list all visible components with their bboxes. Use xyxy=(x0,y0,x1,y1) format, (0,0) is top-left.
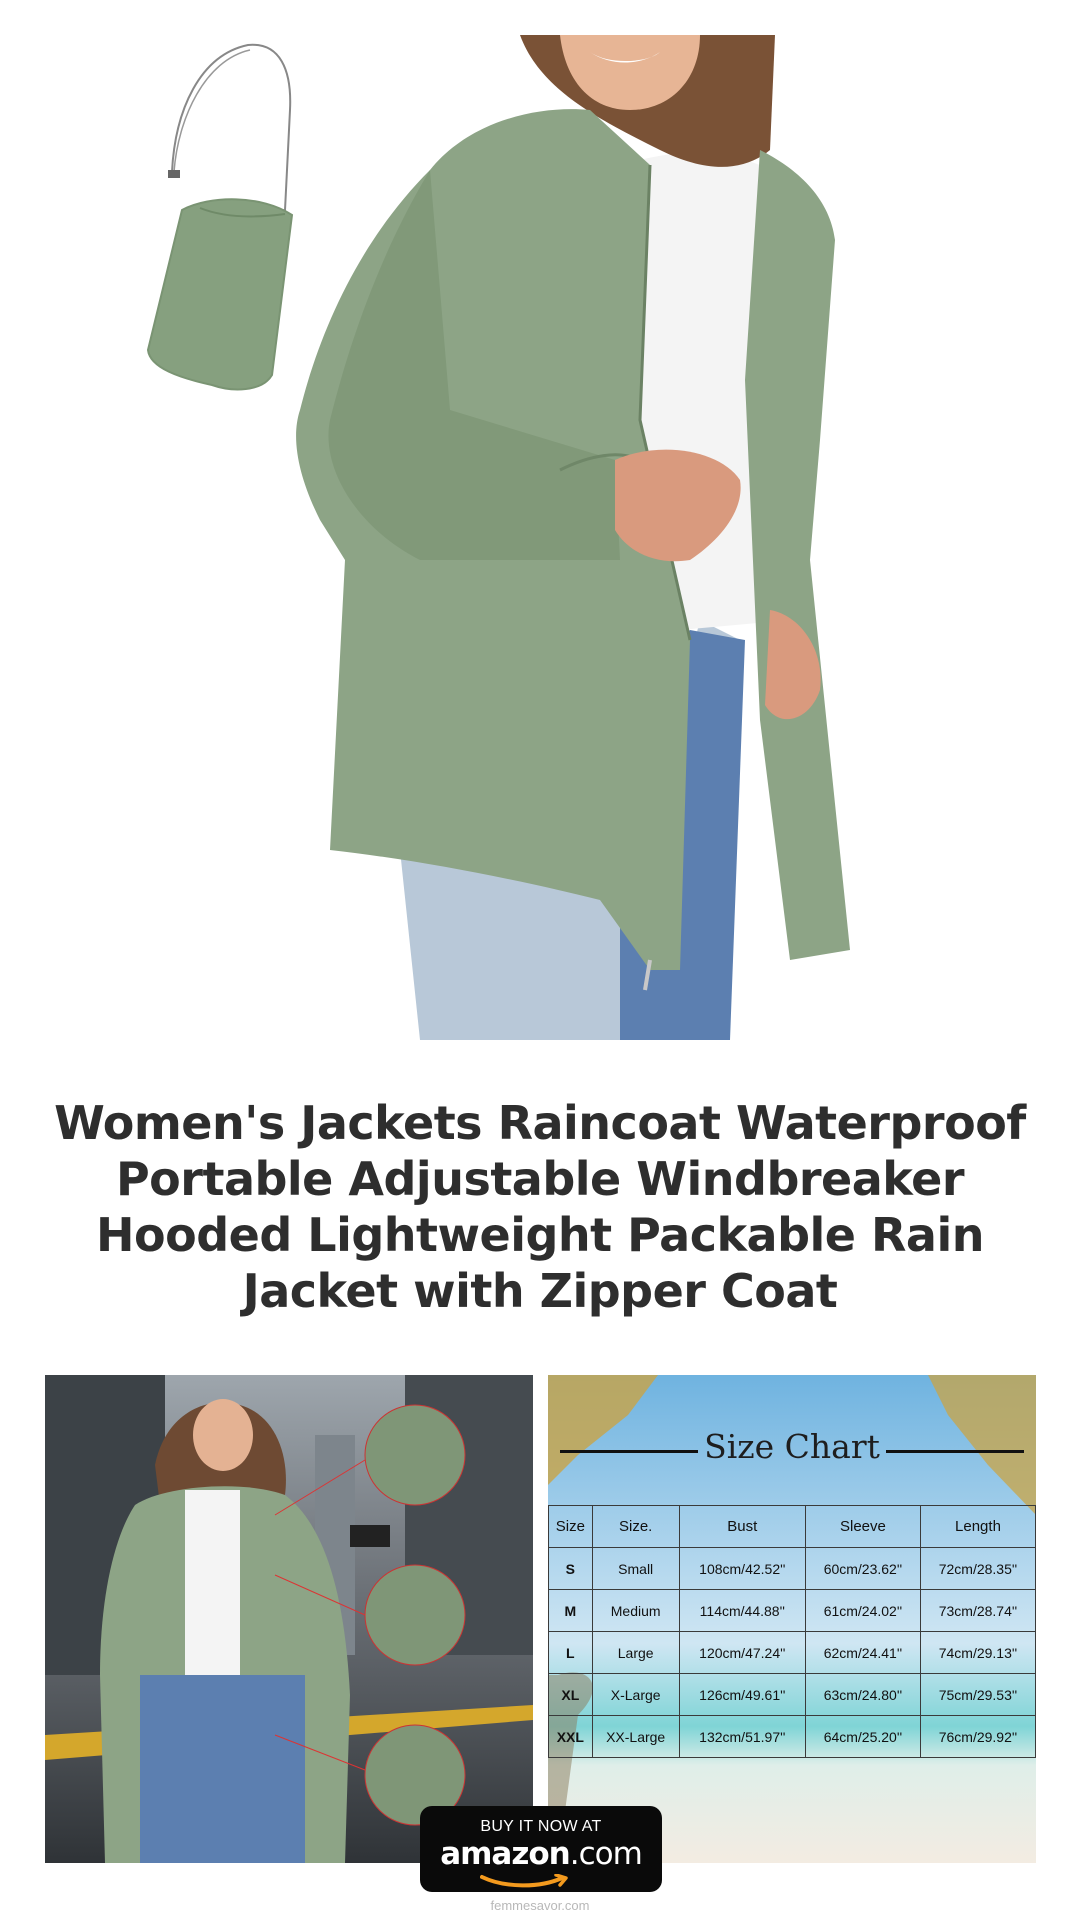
size-chart-image[interactable]: Size Chart Size Size. Bust Sleeve Length… xyxy=(548,1375,1036,1863)
product-title: Women's Jackets Raincoat Waterproof Port… xyxy=(54,1096,1026,1318)
buy-now-label: BUY IT NOW AT xyxy=(480,1818,602,1835)
table-row: XL X-Large 126cm/49.61'' 63cm/24.80'' 75… xyxy=(548,1673,1036,1716)
lifestyle-illustration xyxy=(45,1375,533,1863)
packable-pouch xyxy=(146,43,294,391)
buy-on-amazon-button[interactable]: BUY IT NOW AT amazon.com xyxy=(420,1806,662,1892)
table-header-cell: Size. xyxy=(591,1505,680,1548)
table-header-cell: Sleeve xyxy=(804,1505,921,1548)
amazon-suffix-text: .com xyxy=(569,1836,643,1872)
table-cell: S xyxy=(548,1547,593,1590)
table-cell: 108cm/42.52'' xyxy=(678,1547,806,1590)
table-cell: 132cm/51.97'' xyxy=(678,1715,806,1758)
table-cell: 73cm/28.74'' xyxy=(919,1589,1036,1632)
size-chart-title: Size Chart xyxy=(704,1427,880,1466)
footer-site-name[interactable]: femmesavor.com xyxy=(0,1898,1080,1913)
table-cell: XXL xyxy=(548,1715,593,1758)
table-cell: Small xyxy=(591,1547,680,1590)
amazon-smile-icon xyxy=(480,1874,568,1888)
table-cell: L xyxy=(548,1631,593,1674)
table-cell: 74cm/29.13'' xyxy=(919,1631,1036,1674)
table-cell: Medium xyxy=(591,1589,680,1632)
amazon-brand-text: amazon xyxy=(440,1836,571,1872)
chart-title-rule-right xyxy=(886,1450,1024,1453)
table-cell: 60cm/23.62'' xyxy=(804,1547,921,1590)
table-cell: 61cm/24.02'' xyxy=(804,1589,921,1632)
table-header-cell: Length xyxy=(919,1505,1036,1548)
size-table: Size Size. Bust Sleeve Length S Small 10… xyxy=(548,1505,1036,1758)
table-cell: 114cm/44.88'' xyxy=(678,1589,806,1632)
amazon-wordmark: amazon.com xyxy=(420,1836,662,1872)
table-cell: 76cm/29.92'' xyxy=(919,1715,1036,1758)
table-cell: Large xyxy=(591,1631,680,1674)
table-cell: 72cm/28.35'' xyxy=(919,1547,1036,1590)
jacket-illustration xyxy=(146,35,850,1040)
table-row: L Large 120cm/47.24'' 62cm/24.41'' 74cm/… xyxy=(548,1631,1036,1674)
table-header-row: Size Size. Bust Sleeve Length xyxy=(548,1505,1036,1548)
table-cell: XX-Large xyxy=(591,1715,680,1758)
table-cell: X-Large xyxy=(591,1673,680,1716)
table-cell: M xyxy=(548,1589,593,1632)
table-cell: 126cm/49.61'' xyxy=(678,1673,806,1716)
table-row: M Medium 114cm/44.88'' 61cm/24.02'' 73cm… xyxy=(548,1589,1036,1632)
product-lifestyle-photo[interactable] xyxy=(45,1375,533,1863)
table-header-cell: Bust xyxy=(678,1505,806,1548)
table-cell: 64cm/25.20'' xyxy=(804,1715,921,1758)
table-row: S Small 108cm/42.52'' 60cm/23.62'' 72cm/… xyxy=(548,1547,1036,1590)
table-cell: 63cm/24.80'' xyxy=(804,1673,921,1716)
table-cell: 120cm/47.24'' xyxy=(678,1631,806,1674)
table-row: XXL XX-Large 132cm/51.97'' 64cm/25.20'' … xyxy=(548,1715,1036,1758)
table-cell: 75cm/29.53'' xyxy=(919,1673,1036,1716)
table-cell: XL xyxy=(548,1673,593,1716)
table-header-cell: Size xyxy=(548,1505,593,1548)
table-cell: 62cm/24.41'' xyxy=(804,1631,921,1674)
hero-product-image[interactable] xyxy=(0,0,1080,1040)
